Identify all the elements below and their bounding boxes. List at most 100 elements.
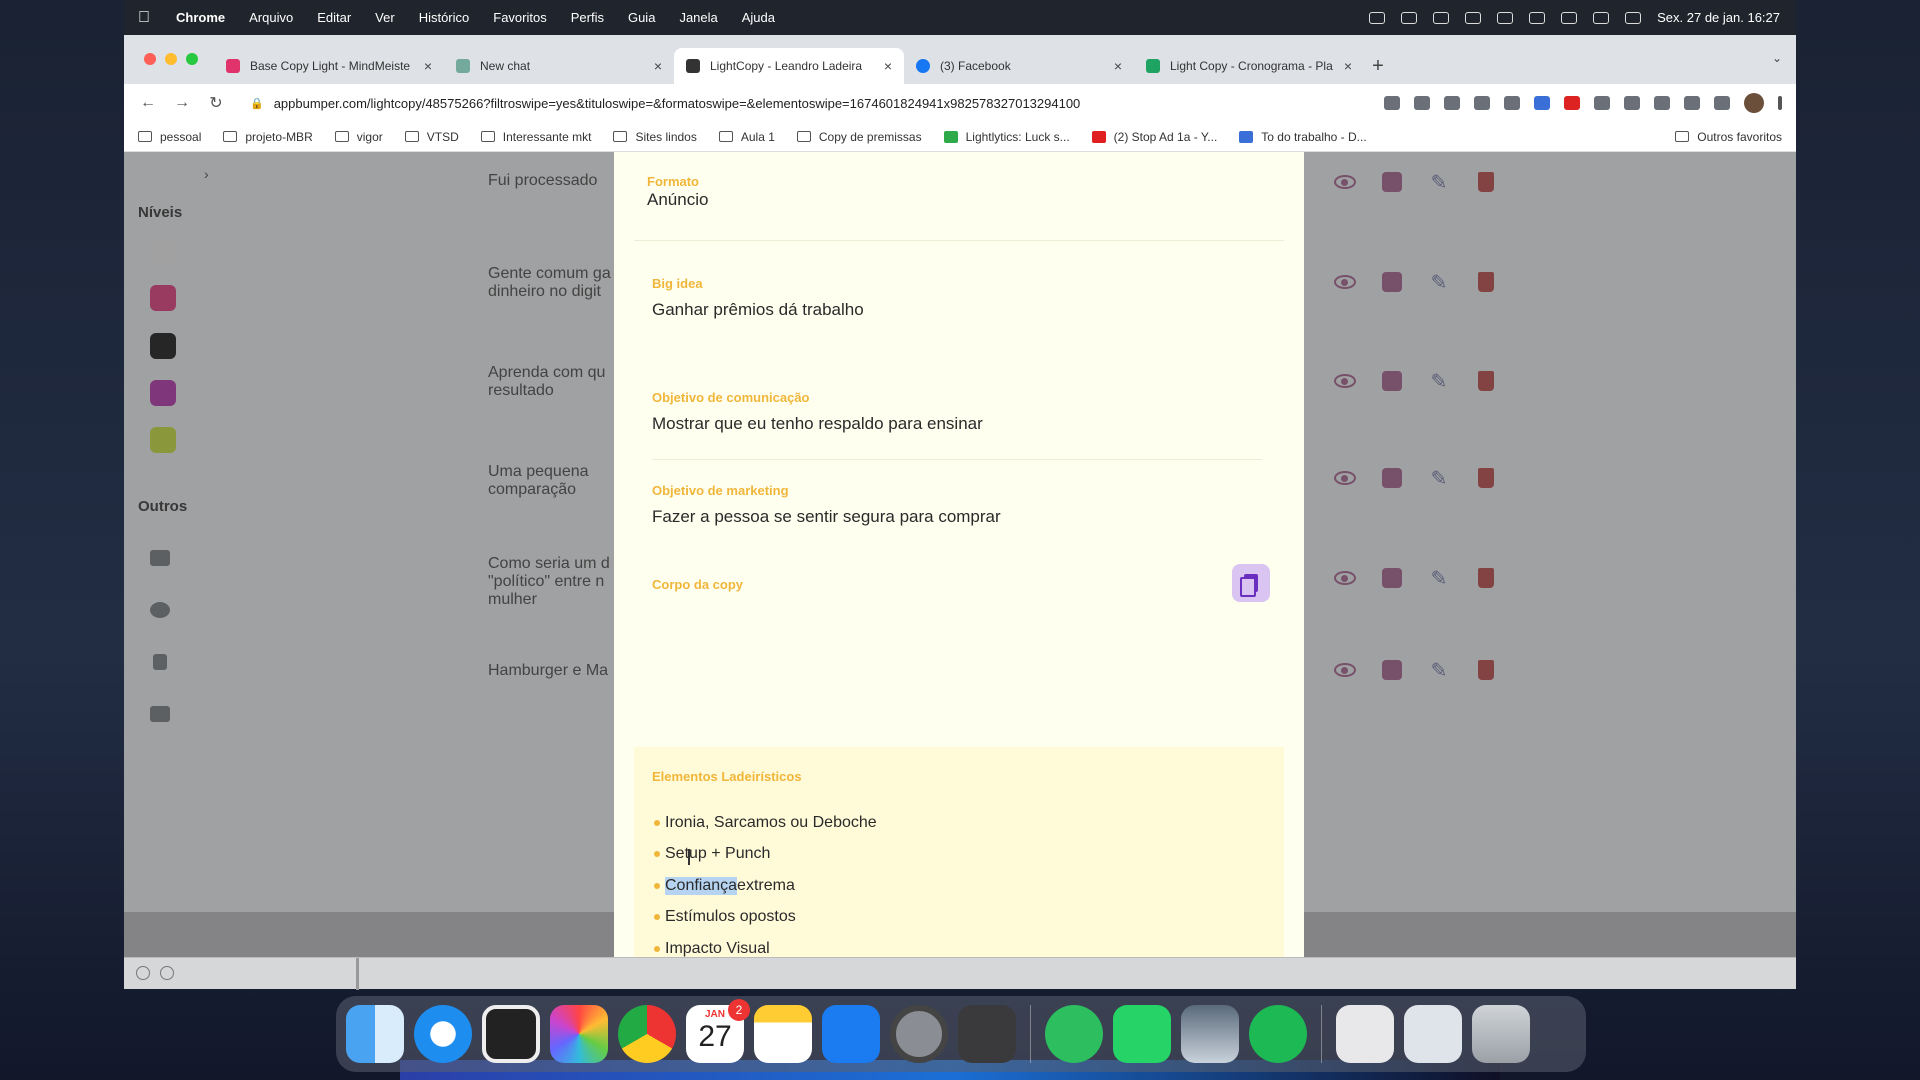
menu-clock[interactable]: Sex. 27 de jan. 16:27 <box>1657 10 1780 25</box>
bookmark-label: VTSD <box>426 129 459 144</box>
address-bar[interactable]: 🔒 appbumper.com/lightcopy/48575266?filtr… <box>236 89 1378 117</box>
menu-perfis[interactable]: Perfis <box>559 10 616 25</box>
battery-icon[interactable] <box>1497 11 1514 24</box>
creative-cloud-icon[interactable] <box>1369 11 1386 24</box>
tab-search-chevron-icon[interactable]: ⌄ <box>1772 51 1782 65</box>
close-tab-icon[interactable]: × <box>424 58 432 74</box>
back-arrow-icon[interactable]: ← <box>134 89 162 117</box>
side-panel-icon[interactable] <box>1714 96 1730 110</box>
plus-circle-icon[interactable] <box>136 966 150 980</box>
menu-guia[interactable]: Guia <box>616 10 667 25</box>
puzzle-icon[interactable] <box>1654 96 1670 110</box>
bookmark-vigor[interactable]: vigor <box>334 130 383 144</box>
selected-text[interactable]: Confiança <box>665 876 738 895</box>
new-tab-button[interactable]: + <box>1364 48 1392 84</box>
tab-cronograma[interactable]: Light Copy - Cronograma - Pla × <box>1134 48 1364 84</box>
youtube-extension-icon[interactable] <box>1564 96 1580 110</box>
system-preferences-icon[interactable] <box>890 1005 948 1063</box>
lightlytics-icon <box>943 130 958 143</box>
apple-icon[interactable]:  <box>124 9 164 27</box>
menu-ver[interactable]: Ver <box>363 10 407 25</box>
photos-icon[interactable] <box>550 1005 608 1063</box>
notes-icon[interactable] <box>754 1005 812 1063</box>
bigidea-value: Ganhar prêmios dá trabalho <box>652 300 864 319</box>
bookmark-sites-lindos[interactable]: Sites lindos <box>613 130 697 144</box>
whatsapp-icon[interactable] <box>1113 1005 1171 1063</box>
menu-editar[interactable]: Editar <box>305 10 363 25</box>
layers-icon <box>686 59 700 73</box>
list-item: Confiança extrema <box>654 870 877 902</box>
evernote-icon[interactable] <box>1045 1005 1103 1063</box>
menu-ajuda[interactable]: Ajuda <box>730 10 787 25</box>
chrome-icon[interactable] <box>618 1005 676 1063</box>
menu-arquivo[interactable]: Arquivo <box>237 10 305 25</box>
play-icon[interactable] <box>1433 11 1450 24</box>
app-store-icon[interactable] <box>822 1005 880 1063</box>
reading-list-icon[interactable] <box>1684 96 1700 110</box>
tab-facebook[interactable]: (3) Facebook × <box>904 48 1134 84</box>
safari-icon[interactable] <box>414 1005 472 1063</box>
launchpad-icon[interactable] <box>958 1005 1016 1063</box>
extension-icon[interactable] <box>1534 96 1550 110</box>
drive-icon[interactable] <box>1401 11 1418 24</box>
tab-new-chat[interactable]: New chat × <box>444 48 674 84</box>
tab-lightcopy[interactable]: LightCopy - Leandro Ladeira × <box>674 48 904 84</box>
bookmark-interessante-mkt[interactable]: Interessante mkt <box>480 130 591 144</box>
bookmark-pessoal[interactable]: pessoal <box>138 130 201 144</box>
bookmark-vtsd[interactable]: VTSD <box>404 129 459 144</box>
bookmark-stop-ad[interactable]: (2) Stop Ad 1a - Y... <box>1091 130 1217 144</box>
mission-control-icon[interactable] <box>482 1005 540 1063</box>
bookmark-star-icon[interactable] <box>1474 96 1490 110</box>
close-window-icon[interactable] <box>144 53 156 65</box>
bookmark-aula-1[interactable]: Aula 1 <box>718 129 775 144</box>
bluetooth-icon[interactable] <box>1465 11 1482 24</box>
wifi-icon[interactable] <box>1529 11 1546 24</box>
documents-folder-icon[interactable] <box>1336 1005 1394 1063</box>
copy-button[interactable] <box>1232 564 1270 602</box>
elemento-text: Impacto Visual <box>665 939 770 957</box>
share-icon[interactable] <box>1444 96 1460 110</box>
extension-icon[interactable] <box>1594 96 1610 110</box>
close-tab-icon[interactable]: × <box>654 58 662 74</box>
url-text[interactable]: appbumper.com/lightcopy/48575266?filtros… <box>274 96 1081 111</box>
calendar-icon[interactable]: JAN 27 2 <box>686 999 750 1063</box>
camera-icon[interactable] <box>1624 96 1640 110</box>
bookmark-label: pessoal <box>160 129 202 144</box>
close-tab-icon[interactable]: × <box>1344 58 1352 74</box>
spotlight-icon[interactable] <box>1561 11 1578 24</box>
settings-circle-icon[interactable] <box>160 966 174 980</box>
lock-icon[interactable]: 🔒 <box>250 97 264 110</box>
trash-icon[interactable] <box>1472 1005 1530 1063</box>
bookmark-lightlytics[interactable]: Lightlytics: Luck s... <box>943 130 1070 144</box>
siri-icon[interactable] <box>1625 11 1642 24</box>
list-item: Estímulos opostos <box>654 902 877 934</box>
forward-arrow-icon[interactable]: → <box>168 89 196 117</box>
menu-favoritos[interactable]: Favoritos <box>481 10 558 25</box>
reload-icon[interactable]: ↻ <box>202 89 230 117</box>
close-tab-icon[interactable]: × <box>1114 58 1122 74</box>
finder-icon[interactable] <box>346 1005 404 1063</box>
bookmark-outros-favoritos[interactable]: Outros favoritos <box>1675 130 1782 144</box>
extension-icon[interactable] <box>1504 96 1520 110</box>
kebab-menu-icon[interactable] <box>1778 96 1782 110</box>
zoom-icon[interactable] <box>1414 96 1430 110</box>
spotify-icon[interactable] <box>1249 1005 1307 1063</box>
minimize-window-icon[interactable] <box>165 53 177 65</box>
elementos-list: Ironia, Sarcamos ou Deboche Setup + Punc… <box>654 807 877 957</box>
downloads-folder-icon[interactable] <box>1404 1005 1462 1063</box>
elemento-text: Setup + Punch <box>665 845 771 863</box>
bookmark-copy-de-premissas[interactable]: Copy de premissas <box>796 130 922 144</box>
translate-icon[interactable] <box>1384 96 1400 110</box>
preview-icon[interactable] <box>1181 1005 1239 1063</box>
close-tab-icon[interactable]: × <box>884 58 892 74</box>
zoom-window-icon[interactable] <box>186 53 198 65</box>
control-center-icon[interactable] <box>1593 11 1610 24</box>
menu-app-name[interactable]: Chrome <box>164 10 237 25</box>
menu-historico[interactable]: Histórico <box>407 10 482 25</box>
menu-janela[interactable]: Janela <box>667 10 729 25</box>
tab-mindmeister[interactable]: Base Copy Light - MindMeiste × <box>214 48 444 84</box>
bookmark-to-do-trabalho[interactable]: To do trabalho - D... <box>1239 130 1367 144</box>
bookmark-label: Aula 1 <box>740 129 775 144</box>
bookmark-projeto-mbr[interactable]: projeto-MBR <box>223 130 313 144</box>
profile-avatar[interactable] <box>1744 93 1764 113</box>
